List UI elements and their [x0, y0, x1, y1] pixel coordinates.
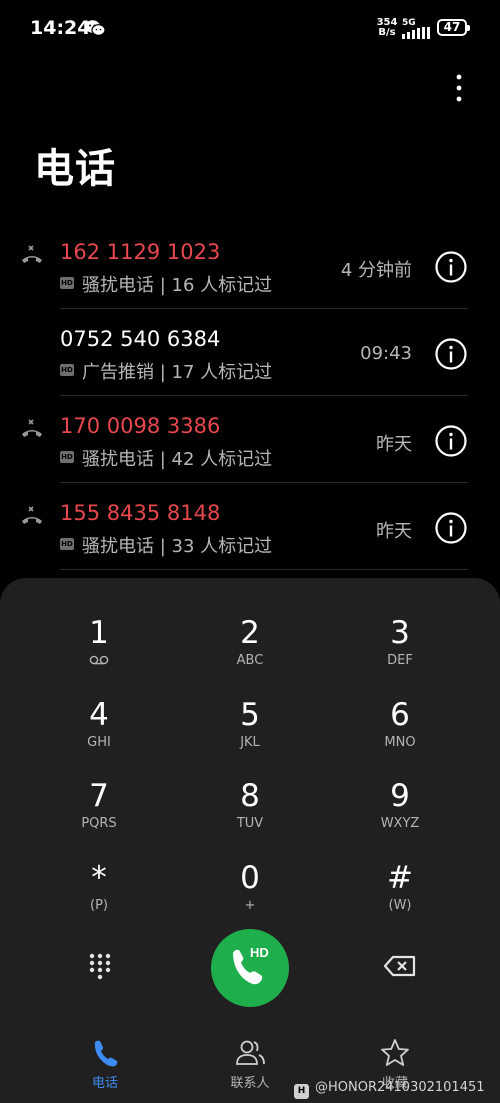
wechat-icon [85, 20, 106, 36]
key-digit: * [91, 860, 107, 896]
key-digit: 0 [240, 860, 260, 896]
key-star[interactable]: * (P) [39, 857, 159, 929]
info-icon[interactable] [434, 250, 468, 284]
info-icon[interactable] [434, 337, 468, 371]
key-letters: MNO [384, 735, 416, 750]
key-1[interactable]: 1 [39, 612, 159, 684]
call-description: 广告推销 | 17 人标记过 [82, 362, 273, 383]
nav-label: 联系人 [230, 1076, 270, 1091]
watermark: H @HONOR2410302101451 [294, 1080, 485, 1099]
key-8[interactable]: 8 TUV [190, 775, 310, 847]
key-digit: 9 [390, 778, 410, 814]
phone-hd-icon: HD [233, 945, 269, 985]
call-log-row[interactable]: 170 0098 3386 HD 骚扰电话 | 42 人标记过 昨天 [0, 396, 500, 483]
call-log-row[interactable]: 162 1129 1023 HD 骚扰电话 | 16 人标记过 4 分钟前 [0, 222, 500, 309]
call-button[interactable]: HD [211, 929, 289, 1007]
key-0[interactable]: 0 + [190, 857, 310, 929]
key-letters: PQRS [81, 816, 117, 831]
hd-tag: HD [60, 538, 74, 550]
key-digit: 5 [240, 697, 260, 733]
key-digit: 3 [390, 615, 410, 651]
more-options-icon[interactable] [448, 72, 470, 106]
dialpad-toggle-icon[interactable] [88, 952, 112, 980]
key-digit: # [387, 860, 413, 896]
backspace-icon[interactable] [384, 955, 416, 977]
key-2[interactable]: 2 ABC [190, 612, 310, 684]
call-log-row[interactable]: 0752 540 6384 HD 广告推销 | 17 人标记过 09:43 [0, 309, 500, 396]
call-time: 09:43 [360, 343, 412, 364]
net-speed-unit: B/s [378, 27, 396, 38]
net-speed: 354 B/s [375, 18, 399, 38]
info-icon[interactable] [434, 511, 468, 545]
call-description: 骚扰电话 | 42 人标记过 [82, 449, 273, 470]
hd-tag: HD [60, 364, 74, 376]
missed-call-icon [22, 506, 42, 524]
call-number: 0752 540 6384 [60, 327, 221, 351]
key-hash[interactable]: # (W) [340, 857, 460, 929]
page-title: 电话 [34, 146, 116, 192]
key-3[interactable]: 3 DEF [340, 612, 460, 684]
status-bar: 14:24 354 B/s 5G 47 [0, 0, 500, 58]
hd-tag: HD [60, 451, 74, 463]
key-digit: 6 [390, 697, 410, 733]
key-letters: GHI [87, 735, 111, 750]
key-letters: (W) [388, 898, 412, 913]
nav-label: 电话 [91, 1076, 118, 1091]
contacts-icon [236, 1040, 265, 1065]
call-number: 170 0098 3386 [60, 414, 221, 438]
nav-contacts[interactable]: 联系人 [190, 1035, 310, 1095]
key-digit: 2 [240, 615, 260, 651]
status-time: 14:24 [30, 17, 91, 39]
call-log-row[interactable]: 155 8435 8148 HD 骚扰电话 | 33 人标记过 昨天 [0, 483, 500, 570]
call-number: 162 1129 1023 [60, 240, 221, 264]
info-icon[interactable] [434, 424, 468, 458]
key-letters: DEF [387, 653, 413, 668]
key-5[interactable]: 5 JKL [190, 694, 310, 766]
watermark-badge: H [294, 1084, 309, 1099]
key-letters: TUV [236, 816, 264, 831]
key-digit: 7 [89, 778, 109, 814]
key-digit: 1 [89, 615, 109, 651]
key-letters: WXYZ [380, 816, 420, 831]
key-digit: 8 [240, 778, 260, 814]
key-digit: 4 [89, 697, 109, 733]
call-time: 昨天 [376, 521, 412, 542]
call-time: 昨天 [376, 434, 412, 455]
call-description: 骚扰电话 | 16 人标记过 [82, 275, 273, 296]
key-6[interactable]: 6 MNO [340, 694, 460, 766]
missed-call-icon [22, 419, 42, 437]
watermark-text: @HONOR2410302101451 [315, 1080, 485, 1095]
voicemail-icon [89, 655, 109, 665]
key-letters: JKL [240, 735, 260, 750]
dialpad-panel: 1 2 ABC 3 DEF 4 GHI 5 JKL 6 MNO 7 PQRS 8… [0, 578, 500, 1103]
star-icon [381, 1039, 409, 1066]
key-4[interactable]: 4 GHI [39, 694, 159, 766]
call-description: 骚扰电话 | 33 人标记过 [82, 536, 273, 557]
call-number: 155 8435 8148 [60, 501, 221, 525]
key-letters: ABC [236, 653, 264, 668]
key-9[interactable]: 9 WXYZ [340, 775, 460, 847]
nav-phone[interactable]: 电话 [45, 1035, 165, 1095]
phone-icon [94, 1040, 118, 1067]
hd-tag: HD [60, 277, 74, 289]
divider [60, 569, 468, 570]
key-letters: + [244, 898, 256, 913]
call-time: 4 分钟前 [340, 260, 412, 281]
key-letters: (P) [90, 898, 108, 913]
signal-icon [402, 27, 430, 39]
missed-call-icon [22, 245, 42, 263]
hd-label: HD [250, 945, 269, 960]
battery-indicator: 47 [437, 19, 470, 36]
key-7[interactable]: 7 PQRS [39, 775, 159, 847]
